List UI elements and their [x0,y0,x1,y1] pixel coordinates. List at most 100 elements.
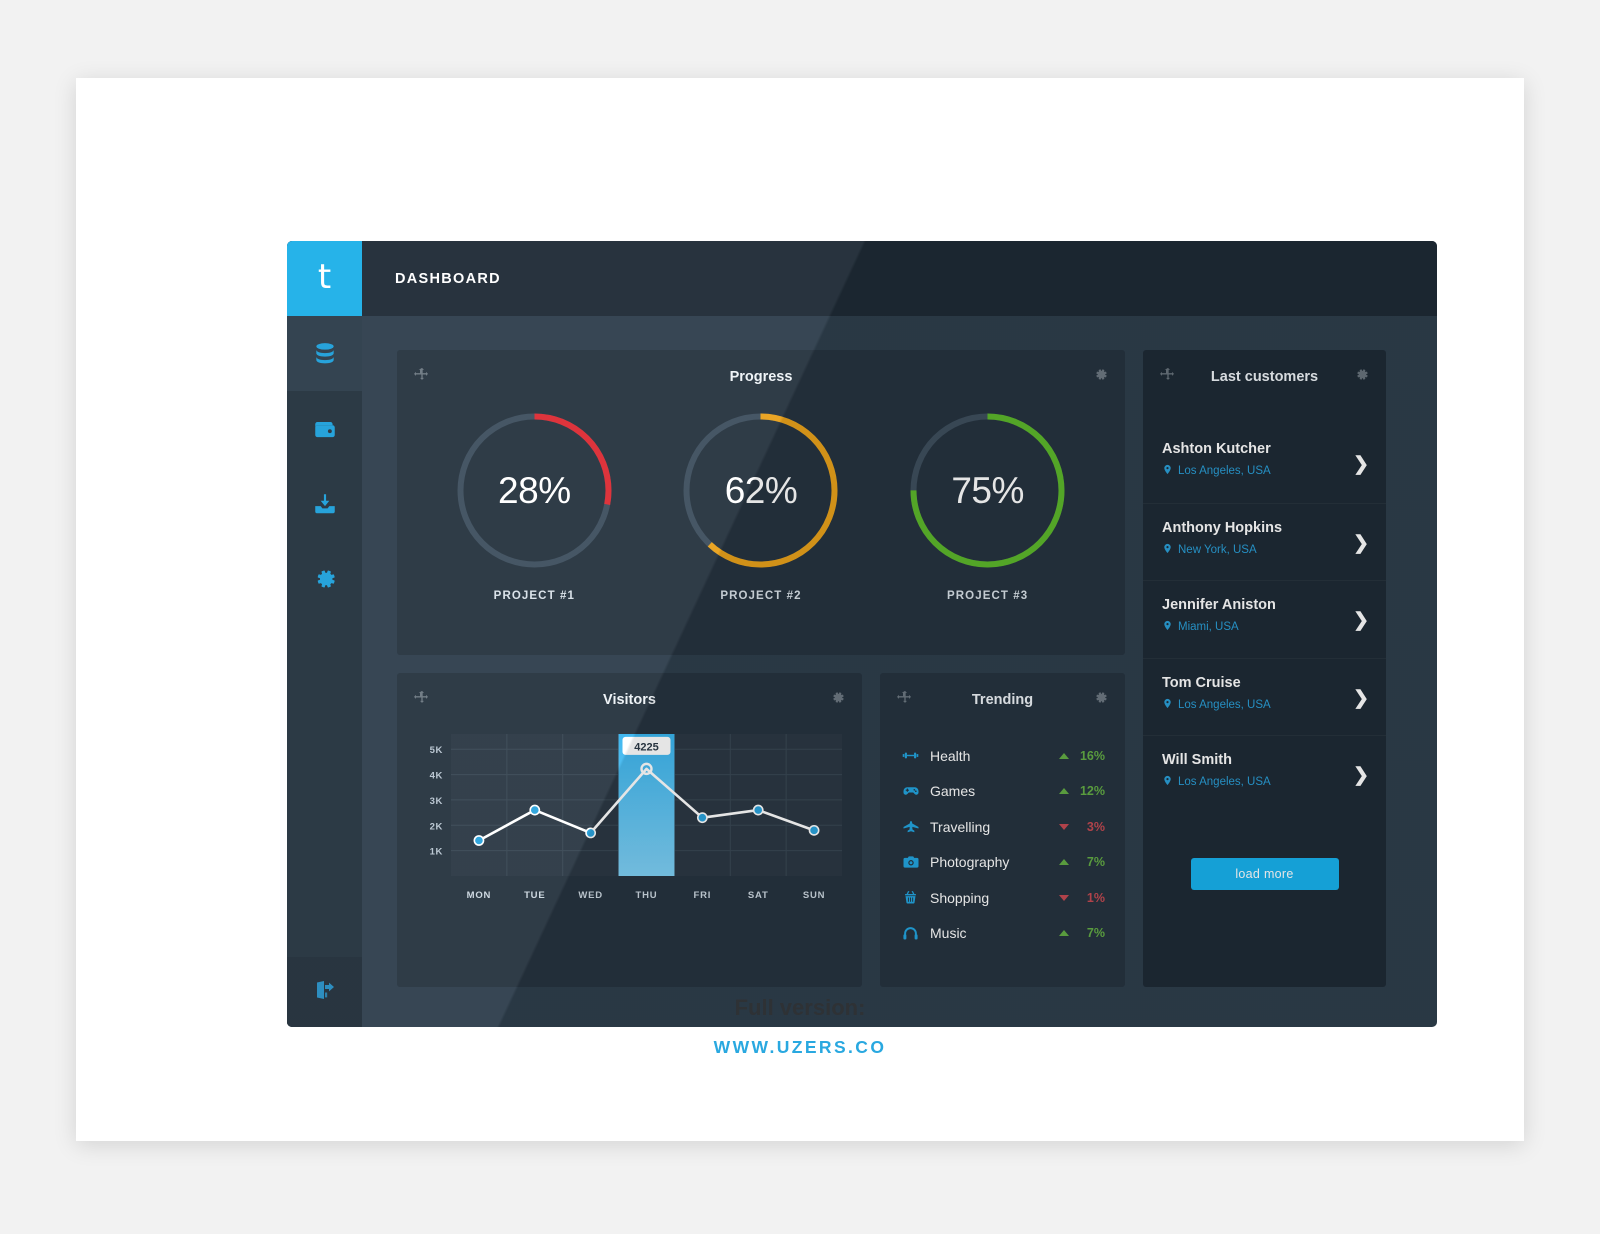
sidebar-item-inbox[interactable] [287,466,362,541]
arrow-up-icon [1059,930,1069,937]
trending-item-travelling[interactable]: Travelling 3% [880,809,1125,845]
progress-caption-3: PROJECT #3 [946,590,1029,602]
content-area: Progress 28% PROJECT #1 62% PROJECT #2 7… [362,316,1437,1027]
trending-panel: Trending Health 16% Games 12% Travelling 3% Ph… [880,673,1125,987]
customer-name: Ashton Kutcher [1162,441,1271,457]
gear-icon[interactable] [1092,689,1109,711]
inbox-download-icon [312,491,338,517]
trending-item-health[interactable]: Health 16% [880,738,1125,774]
wallet-icon [312,416,338,442]
sidebar-nav [287,316,362,616]
trending-panel-title: Trending [971,691,1034,708]
trending-item-games[interactable]: Games 12% [880,774,1125,810]
bottom-row: Visitors 5K 4K 3K 2K 1K 4225 MON TUE WED… [397,673,1125,987]
progress-value-1: 28% [498,469,571,511]
progress-item: 62% PROJECT #2 [661,409,861,602]
customer-row[interactable]: Will Smith Los Angeles, USA ❯ [1143,735,1386,813]
visitors-chart[interactable]: 5K 4K 3K 2K 1K 4225 MON TUE WED THU FRI SAT SUN [397,726,862,916]
footer-link[interactable]: WWW.UZERS.CO [0,1037,1600,1058]
trending-item-music[interactable]: Music 7% [880,916,1125,952]
page-background: t DASHBOARD Progress 28% PROJECT #1 62% … [0,0,1600,1234]
database-icon [312,341,338,367]
customer-name: Anthony Hopkins [1162,519,1283,536]
customer-location-text: Los Angeles, USA [1178,698,1271,711]
topbar: DASHBOARD [362,241,1437,316]
customer-location-text: Los Angeles, USA [1178,776,1271,788]
sidebar-item-database[interactable] [287,316,362,391]
progress-item: 28% PROJECT #1 [434,409,634,602]
trending-item-percent: 16% [1079,748,1105,763]
customer-row[interactable]: Tom Cruise Los Angeles, USA ❯ [1143,657,1386,736]
trending-item-shopping[interactable]: Shopping 1% [880,880,1125,916]
map-pin-icon [1162,463,1173,479]
svg-text:WED: WED [578,890,603,901]
customer-location-text: New York, USA [1178,543,1257,556]
donut-project-2: 62% [679,409,842,572]
visitors-panel-header: Visitors [397,673,862,726]
trending-item-delta: 12% [1059,784,1105,798]
gear-icon [312,566,338,592]
trending-panel-header: Trending [880,673,1125,726]
chevron-right-icon[interactable]: ❯ [1353,455,1369,474]
load-more-wrap: load more [1143,857,1386,890]
visitors-panel: Visitors 5K 4K 3K 2K 1K 4225 MON TUE WED… [397,673,862,987]
customer-row[interactable]: Ashton Kutcher Los Angeles, USA ❯ [1143,425,1386,503]
top-row: Progress 28% PROJECT #1 62% PROJECT #2 7… [397,350,1405,987]
progress-donuts: 28% PROJECT #1 62% PROJECT #2 75% PROJEC… [397,403,1125,602]
trending-item-percent: 12% [1079,784,1105,799]
load-more-button[interactable]: load more [1190,857,1339,890]
move-handle-icon[interactable] [413,366,429,387]
arrow-up-icon [1059,859,1069,866]
customer-location-text: Los Angeles, USA [1178,465,1271,477]
chevron-right-icon[interactable]: ❯ [1353,766,1369,785]
app-logo[interactable]: t [287,241,362,316]
move-handle-icon[interactable] [896,689,912,710]
arrow-down-icon [1059,894,1069,901]
trending-item-percent: 7% [1086,926,1105,941]
chevron-right-icon[interactable]: ❯ [1353,611,1369,630]
sidebar-item-wallet[interactable] [287,391,362,466]
svg-text:2K: 2K [430,821,443,832]
trending-item-delta: 16% [1059,749,1105,763]
app-window: t DASHBOARD Progress 28% PROJECT #1 62% … [287,241,1437,1027]
svg-text:MON: MON [467,890,492,901]
move-handle-icon[interactable] [1159,366,1175,387]
chevron-right-icon[interactable]: ❯ [1353,534,1369,553]
svg-text:THU: THU [636,890,658,901]
arrow-up-icon [1059,788,1069,795]
trending-item-label: Travelling [930,818,991,835]
gear-icon[interactable] [829,689,846,711]
trending-item-delta: 1% [1059,891,1105,905]
trending-item-delta: 7% [1059,926,1105,940]
footer: Full version: WWW.UZERS.CO [0,995,1600,1058]
trending-item-delta: 3% [1059,820,1105,834]
trending-item-label: Shopping [930,889,990,906]
trending-item-photography[interactable]: Photography 7% [880,845,1125,881]
customer-name: Will Smith [1162,752,1232,768]
arrow-down-icon [1059,823,1069,830]
customer-name: Tom Cruise [1162,674,1241,691]
customer-location: New York, USA [1162,542,1368,558]
svg-text:TUE: TUE [524,890,545,901]
logout-icon [313,978,337,1007]
plane-icon [902,818,930,836]
trending-item-label: Photography [930,854,1010,871]
svg-text:5K: 5K [430,745,443,756]
customers-panel-title: Last customers [1210,368,1319,385]
trending-item-label: Music [930,925,967,942]
chevron-right-icon[interactable]: ❯ [1353,689,1369,708]
trending-item-percent: 1% [1086,890,1105,905]
customer-row[interactable]: Anthony Hopkins New York, USA ❯ [1143,502,1386,581]
customer-row[interactable]: Jennifer Aniston Miami, USA ❯ [1143,580,1386,658]
left-column: Progress 28% PROJECT #1 62% PROJECT #2 7… [397,350,1125,987]
move-handle-icon[interactable] [413,689,429,710]
trending-list: Health 16% Games 12% Travelling 3% Photography… [880,726,1125,951]
map-pin-icon [1162,542,1173,558]
gear-icon[interactable] [1353,366,1370,388]
sidebar-item-logout[interactable] [287,957,362,1027]
sidebar-item-settings[interactable] [287,541,362,616]
gear-icon[interactable] [1092,366,1109,388]
svg-text:SUN: SUN [803,890,825,901]
camera-icon [902,853,930,871]
svg-text:1K: 1K [430,847,443,858]
